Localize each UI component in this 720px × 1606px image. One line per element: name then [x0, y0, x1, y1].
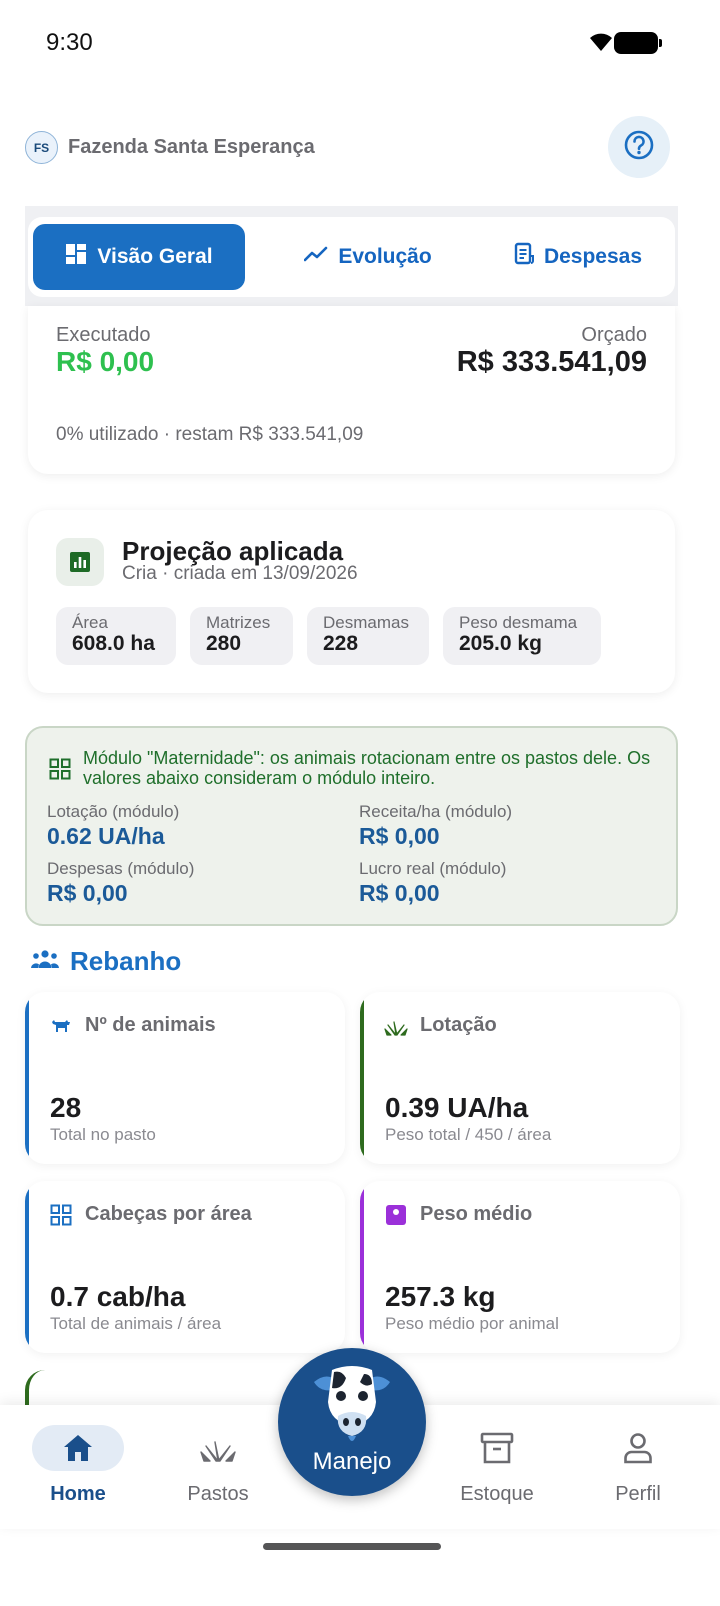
farm-avatar[interactable]: FS	[25, 131, 58, 164]
chip-weaning-weight: Peso desmama 205.0 kg	[443, 607, 601, 665]
receipt-icon	[514, 242, 534, 272]
budget-card: Executado R$ 0,00 Orçado R$ 333.541,09 0…	[28, 306, 675, 474]
cattle-icon	[49, 1014, 73, 1038]
module-stat-value: 0.62 UA/ha	[47, 823, 165, 849]
chip-area: Área 608.0 ha	[56, 607, 176, 665]
herd-section-header: Rebanho	[30, 946, 181, 977]
chip-label: Desmamas	[323, 613, 409, 632]
module-stat-value: R$ 0,00	[47, 880, 128, 906]
stat-title: Lotação	[420, 1014, 497, 1036]
budget-label: Orçado	[581, 324, 647, 346]
stat-card-heads-per-area[interactable]: Cabeças por área 0.7 cab/ha Total de ani…	[25, 1181, 345, 1353]
nav-home-label: Home	[50, 1483, 106, 1505]
stat-title: Cabeças por área	[85, 1203, 252, 1225]
tabs-container: Visão Geral Evolução Despesas	[25, 206, 678, 306]
stat-value: 0.7 cab/ha	[50, 1281, 186, 1312]
chip-value: 280	[206, 632, 242, 655]
tab-evolution[interactable]: Evolução	[268, 224, 468, 290]
stat-card-animals[interactable]: Nº de animais 28 Total no pasto	[25, 992, 345, 1164]
grass-icon	[384, 1014, 408, 1038]
stat-title: Nº de animais	[85, 1014, 216, 1036]
stat-value: 257.3 kg	[385, 1281, 496, 1312]
module-info-box: Módulo "Maternidade": os animais rotacio…	[25, 726, 678, 926]
stat-subtitle: Peso médio por animal	[385, 1314, 559, 1333]
stat-subtitle: Peso total / 450 / área	[385, 1125, 552, 1144]
help-button[interactable]	[608, 116, 670, 178]
chip-label: Peso desmama	[459, 613, 578, 632]
module-stat-value: R$ 0,00	[359, 880, 440, 906]
nav-pastures[interactable]: Pastos	[158, 1425, 278, 1515]
executed-value: R$ 0,00	[56, 346, 155, 377]
projection-subtitle: Cria · criada em 13/09/2026	[122, 563, 358, 584]
tab-overview[interactable]: Visão Geral	[33, 224, 245, 290]
home-icon	[32, 1425, 124, 1471]
herd-section-title: Rebanho	[70, 946, 182, 976]
app-header: FS Fazenda Santa Esperança	[25, 116, 675, 180]
module-stat-expenses: Despesas (módulo) R$ 0,00	[47, 859, 194, 907]
stat-title: Peso médio	[420, 1203, 533, 1225]
module-stat-value: R$ 0,00	[359, 823, 440, 849]
budget-value: R$ 333.541,09	[456, 346, 647, 378]
grid-icon	[49, 758, 71, 785]
module-stat-profit: Lucro real (módulo) R$ 0,00	[359, 859, 506, 907]
budget-usage-text: 0% utilizado · restam R$ 333.541,09	[56, 424, 364, 445]
scale-icon	[384, 1203, 408, 1227]
grass-icon	[172, 1425, 264, 1471]
executed-label: Executado	[56, 324, 151, 346]
nav-profile[interactable]: Perfil	[578, 1425, 698, 1515]
cow-icon	[308, 1360, 396, 1453]
nav-home[interactable]: Home	[18, 1425, 138, 1515]
home-indicator[interactable]	[263, 1543, 441, 1550]
manejo-fab-label: Manejo	[312, 1448, 392, 1475]
module-stat-label: Lucro real (módulo)	[359, 859, 507, 878]
stat-value: 28	[50, 1092, 82, 1123]
bar-chart-icon	[56, 538, 104, 586]
nav-stock-label: Estoque	[460, 1483, 534, 1505]
module-stat-label: Receita/ha (módulo)	[359, 802, 513, 821]
chip-label: Área	[72, 613, 108, 632]
stat-subtitle: Total de animais / área	[50, 1314, 222, 1333]
person-icon	[592, 1425, 684, 1471]
status-bar: 9:30	[0, 0, 720, 88]
chip-value: 205.0 kg	[459, 632, 542, 655]
trending-up-icon	[304, 245, 328, 269]
grid-icon	[49, 1203, 73, 1227]
tab-expenses[interactable]: Despesas	[483, 224, 673, 290]
tab-evolution-label: Evolução	[338, 245, 432, 268]
nav-profile-label: Perfil	[615, 1483, 661, 1505]
tab-expenses-label: Despesas	[543, 245, 643, 268]
chip-matrices: Matrizes 280	[190, 607, 293, 665]
chip-label: Matrizes	[206, 613, 271, 632]
group-icon	[30, 948, 60, 975]
chip-weanings: Desmamas 228	[307, 607, 429, 665]
nav-pastures-label: Pastos	[187, 1483, 249, 1505]
nav-stock[interactable]: Estoque	[437, 1425, 557, 1515]
module-stat-stocking: Lotação (módulo) 0.62 UA/ha	[47, 802, 179, 850]
stat-card-stocking[interactable]: Lotação 0.39 UA/ha Peso total / 450 / ár…	[360, 992, 680, 1164]
module-stat-label: Despesas (módulo)	[47, 859, 195, 878]
module-stat-revenue: Receita/ha (módulo) R$ 0,00	[359, 802, 512, 850]
stat-value: 0.39 UA/ha	[385, 1092, 529, 1123]
wifi-icon	[588, 30, 614, 57]
battery-icon	[614, 32, 662, 54]
farm-name[interactable]: Fazenda Santa Esperança	[68, 136, 315, 159]
module-stat-label: Lotação (módulo)	[47, 802, 180, 821]
tab-bar: Visão Geral Evolução Despesas	[28, 217, 675, 297]
projection-card[interactable]: Projeção aplicada Cria · criada em 13/09…	[28, 510, 675, 693]
chip-value: 608.0 ha	[72, 632, 155, 655]
tab-overview-label: Visão Geral	[97, 245, 213, 268]
module-description: Módulo "Maternidade": os animais rotacio…	[83, 748, 651, 788]
status-time: 9:30	[46, 29, 93, 56]
help-icon	[623, 129, 655, 166]
stat-card-avg-weight[interactable]: Peso médio 257.3 kg Peso médio por anima…	[360, 1181, 680, 1353]
manejo-fab-button[interactable]: Manejo	[278, 1348, 426, 1496]
dashboard-icon	[65, 243, 87, 271]
archive-icon	[451, 1425, 543, 1471]
chip-value: 228	[323, 632, 359, 655]
stat-subtitle: Total no pasto	[50, 1125, 156, 1144]
